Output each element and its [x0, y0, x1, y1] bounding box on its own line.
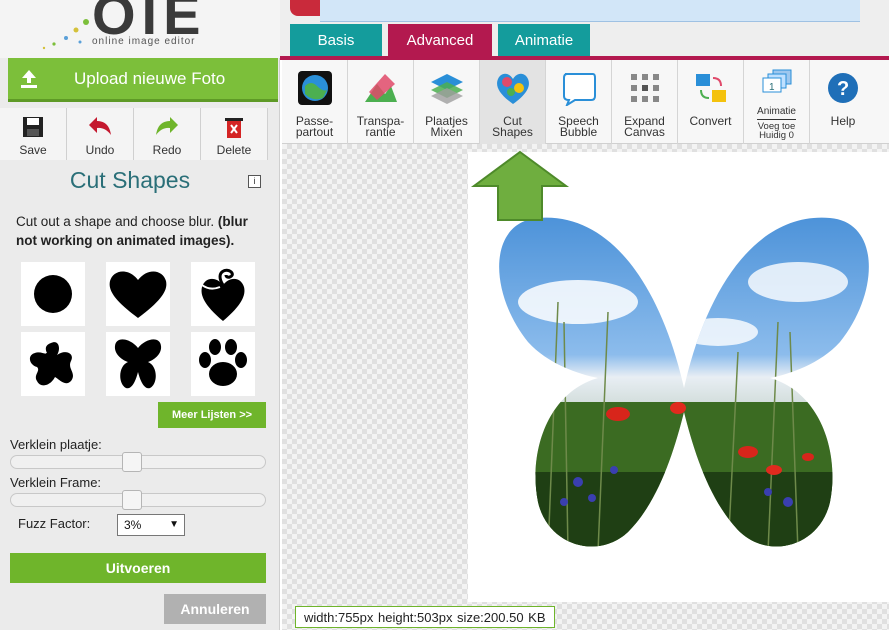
animation-button[interactable]: 1 Animatie Voeg toe Huidig 0	[744, 60, 810, 144]
mode-tabs: Basis Advanced Animatie	[290, 24, 590, 56]
transparency-line2: rantie	[365, 125, 396, 139]
app-logo[interactable]: OIE online image editor	[0, 0, 280, 58]
panel-description: Cut out a shape and choose blur. (blur n…	[16, 212, 272, 250]
speech-bubble-line2: Bubble	[559, 125, 598, 139]
passepartout-line2: partout	[295, 125, 334, 139]
upload-icon	[21, 70, 37, 88]
undo-button[interactable]: Undo	[67, 108, 134, 160]
run-button[interactable]: Uitvoeren	[10, 553, 266, 583]
left-sidebar: OIE online image editor Upload nieuwe Fo…	[0, 0, 280, 630]
redo-button[interactable]: Redo	[134, 108, 201, 160]
convert-button[interactable]: Convert	[678, 60, 744, 144]
fancy-heart-icon	[201, 268, 245, 321]
more-lists-button[interactable]: Meer Lijsten >>	[158, 402, 266, 428]
upload-photo-button[interactable]: Upload nieuwe Foto	[8, 58, 278, 102]
description-text: Cut out a shape and choose blur.	[16, 214, 215, 229]
undo-label: Undo	[85, 143, 115, 157]
notice-bar	[320, 0, 860, 22]
image-status-bar: width:755px height:503px size:200.50 KB	[295, 606, 555, 628]
fuzz-factor-label: Fuzz Factor:	[18, 516, 91, 531]
splat-shape-option[interactable]	[21, 332, 85, 396]
mix-images-icon	[427, 68, 467, 108]
pointer-arrow-icon	[470, 150, 570, 221]
shrink-image-label: Verklein plaatje:	[10, 437, 102, 452]
shrink-frame-slider[interactable]	[10, 490, 266, 510]
delete-icon	[225, 118, 243, 138]
shrink-image-slider-handle[interactable]	[122, 452, 142, 472]
butterfly-shape-option[interactable]	[106, 332, 170, 396]
help-line2: Help	[830, 114, 856, 128]
expand-canvas-button[interactable]: Expand Canvas	[612, 60, 678, 144]
svg-text:1: 1	[769, 82, 775, 93]
fuzz-factor-select[interactable]: 3% ▼	[117, 514, 185, 536]
tab-advanced[interactable]: Advanced	[388, 24, 492, 56]
redo-icon	[156, 117, 178, 135]
cut-shapes-icon	[493, 68, 533, 108]
convert-line2: Convert	[689, 114, 732, 128]
fuzz-factor-value: 3%	[124, 518, 142, 532]
mix-images-line2: Mixen	[430, 125, 463, 139]
shrink-frame-slider-handle[interactable]	[122, 490, 142, 510]
expand-canvas-icon	[625, 68, 665, 108]
splat-icon	[29, 342, 73, 386]
info-icon[interactable]: i	[248, 175, 261, 188]
circle-shape-option[interactable]	[21, 262, 85, 326]
passepartout-icon	[295, 68, 335, 108]
chevron-down-icon: ▼	[169, 519, 179, 530]
expand-canvas-line2: Canvas	[624, 125, 665, 139]
transparency-button[interactable]: Transpa- rantie	[348, 60, 414, 144]
tab-basis[interactable]: Basis	[290, 24, 382, 56]
cut-shapes-line2: Shapes	[492, 125, 533, 139]
tab-animatie[interactable]: Animatie	[498, 24, 590, 56]
logo-subtitle: online image editor	[92, 36, 196, 47]
fancy-heart-shape-option[interactable]	[191, 262, 255, 326]
convert-icon	[691, 68, 731, 108]
paw-shape-option[interactable]	[191, 332, 255, 396]
logo-dots-icon	[42, 19, 89, 50]
speech-bubble-icon	[559, 68, 599, 108]
mix-images-button[interactable]: Plaatjes Mixen	[414, 60, 480, 144]
butterfly-icon	[114, 339, 162, 389]
shrink-frame-label: Verklein Frame:	[10, 475, 102, 490]
redo-label: Redo	[152, 143, 182, 157]
save-label: Save	[19, 143, 47, 157]
edit-toolbar: Save Undo Redo Delete	[0, 108, 270, 160]
animation-line2: Voeg toe Huidig 0	[757, 121, 796, 141]
save-icon	[23, 117, 43, 137]
heart-icon	[109, 271, 167, 318]
animation-icon: 1	[757, 64, 797, 104]
cut-shapes-button[interactable]: Cut Shapes	[480, 60, 546, 144]
save-button[interactable]: Save	[0, 108, 67, 160]
delete-button[interactable]: Delete	[201, 108, 268, 160]
heart-shape-option[interactable]	[106, 262, 170, 326]
help-icon: ?	[823, 68, 863, 108]
transparency-icon	[361, 68, 401, 108]
panel-title: Cut Shapes	[69, 167, 191, 193]
paw-icon	[199, 339, 247, 386]
svg-text:?: ?	[837, 78, 849, 100]
shape-grid	[21, 262, 255, 396]
passepartout-button[interactable]: Passe- partout	[282, 60, 348, 144]
help-button[interactable]: ? Help	[810, 60, 876, 144]
feature-toolbar: Passe- partout Transpa- rantie Plaatjes …	[282, 60, 889, 144]
delete-label: Delete	[216, 143, 252, 157]
speech-bubble-button[interactable]: Speech Bubble	[546, 60, 612, 144]
animation-line1: Animatie	[757, 106, 796, 120]
undo-icon	[89, 117, 111, 135]
cancel-button[interactable]: Annuleren	[164, 594, 266, 624]
circle-icon	[34, 275, 72, 313]
shrink-image-slider[interactable]	[10, 452, 266, 472]
upload-label: Upload nieuwe Foto	[74, 68, 226, 88]
